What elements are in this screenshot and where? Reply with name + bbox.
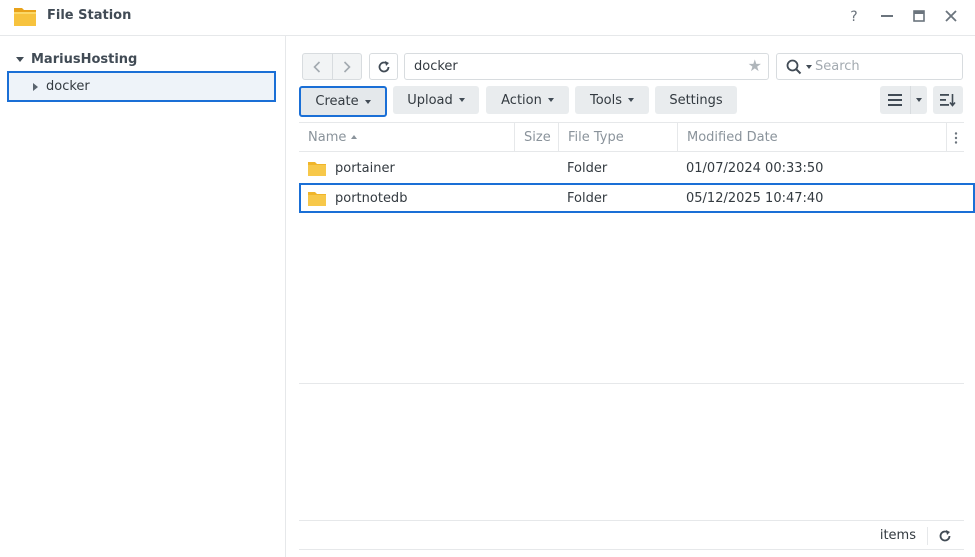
close-button[interactable] [940,6,962,28]
status-refresh-button[interactable] [936,527,954,545]
app-title: File Station [47,8,132,23]
chevron-right-icon[interactable] [33,82,38,91]
action-button-label: Action [501,92,542,108]
column-header-size[interactable]: Size [514,123,558,152]
search-icon[interactable] [786,59,802,75]
more-vertical-icon [954,131,957,144]
chevron-down-icon [16,56,24,62]
status-divider [927,527,928,545]
create-button-label: Create [315,94,359,109]
tree-root-label: MariusHosting [31,51,138,67]
action-button[interactable]: Action [486,86,569,114]
folder-icon [308,191,326,206]
path-field[interactable]: docker ★ [404,53,769,80]
folder-icon [308,161,326,176]
maximize-button[interactable] [908,6,930,28]
chevron-right-icon [343,60,351,73]
forward-button[interactable] [331,54,361,79]
file-name: portainer [335,160,395,176]
table-row[interactable]: portnotedb Folder 05/12/2025 10:47:40 [299,183,975,213]
tools-button[interactable]: Tools [575,86,649,114]
sort-ascending-icon [351,135,358,139]
history-nav-group [302,53,362,80]
upload-button[interactable]: Upload [393,86,479,114]
chevron-down-icon [916,98,922,102]
column-modified-date-label: Modified Date [687,130,778,145]
minimize-button[interactable] [876,6,898,28]
view-mode-dropdown[interactable] [910,86,927,114]
file-list-header: Name Size File Type Modified Date [299,123,964,152]
close-icon [945,10,957,22]
status-bar: items [299,520,964,550]
refresh-icon [378,60,389,72]
column-header-file-type[interactable]: File Type [558,123,677,152]
table-row[interactable]: portainer Folder 01/07/2024 00:33:50 [299,153,964,183]
back-button[interactable] [303,54,332,79]
tree-root-mariushosting[interactable]: MariusHosting [16,50,137,68]
list-view-icon [888,94,902,106]
chevron-down-icon [547,98,554,102]
search-box [776,53,963,80]
refresh-icon [939,530,951,542]
file-station-app-icon [14,8,36,26]
refresh-path-button[interactable] [369,53,398,80]
tree-item-label: docker [46,79,90,94]
search-input[interactable] [815,57,955,76]
settings-button-label: Settings [669,92,723,108]
chevron-down-icon [364,99,371,104]
minimize-icon [881,15,893,17]
tools-button-label: Tools [589,92,623,108]
items-count-label: items [879,528,916,543]
column-menu-button[interactable] [946,123,964,152]
create-button[interactable]: Create [299,86,387,117]
column-header-modified-date[interactable]: Modified Date [677,123,946,152]
maximize-icon [913,10,925,22]
column-size-label: Size [524,130,551,145]
help-icon: ? [850,9,858,25]
column-file-type-label: File Type [568,130,624,145]
column-header-name[interactable]: Name [299,123,514,152]
upload-button-label: Upload [407,92,453,108]
sort-icon [940,94,956,107]
sort-button[interactable] [933,86,963,114]
title-bar: File Station ? [0,0,975,36]
help-button[interactable]: ? [843,6,865,28]
list-view-button[interactable] [880,86,910,114]
chevron-left-icon [313,60,321,73]
file-name-cell: portnotedb [308,185,407,211]
chevron-down-icon [628,98,635,102]
file-modified-cell: 01/07/2024 00:33:50 [686,160,824,176]
star-icon[interactable]: ★ [748,58,762,74]
tree-item-docker[interactable]: docker [7,71,276,102]
file-name: portnotedb [335,190,408,206]
folder-tree-panel: MariusHosting docker [0,36,286,557]
settings-button[interactable]: Settings [655,86,737,114]
search-options-dropdown-icon[interactable] [806,65,812,69]
chevron-down-icon [458,98,465,102]
path-text: docker [414,59,458,74]
file-type-cell: Folder [567,190,608,206]
file-name-cell: portainer [308,153,395,183]
file-modified-cell: 05/12/2025 10:47:40 [686,190,824,206]
file-type-cell: Folder [567,160,608,176]
view-mode-group [880,86,927,114]
column-name-label: Name [308,130,347,145]
file-list: Name Size File Type Modified Date portai… [299,122,975,384]
